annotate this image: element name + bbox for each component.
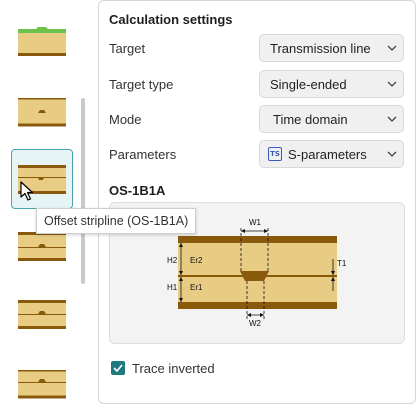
mode-value: Time domain (273, 111, 348, 127)
target-type-label: Target type (109, 77, 174, 92)
target-type-value: Single-ended (270, 76, 347, 92)
er1-label: Er1 (190, 283, 203, 292)
mode-label: Mode (109, 112, 142, 127)
target-type-select[interactable]: Single-ended (259, 70, 404, 98)
target-label: Target (109, 41, 146, 56)
h2-label: H2 (167, 256, 178, 265)
thumbnail-dual-stripline[interactable] (11, 286, 73, 342)
calculation-settings-panel: Calculation settings Target Transmission… (98, 0, 416, 404)
stripline-icon (18, 232, 66, 261)
arrow-cursor-icon (20, 181, 34, 201)
check-icon (113, 364, 123, 372)
thumbnail-tooltip: Offset stripline (OS-1B1A) (36, 208, 197, 234)
trace-inverted-checkbox[interactable] (111, 361, 125, 375)
top-plane (178, 236, 337, 243)
settings-title: Calculation settings (109, 12, 233, 27)
stackup-thumbnail-strip (0, 0, 93, 406)
w2-label: W2 (249, 319, 262, 328)
trace (240, 271, 269, 281)
thumbnail-surface-microstrip[interactable] (11, 14, 73, 70)
surface-microstrip-icon (18, 27, 66, 56)
w1-label: W1 (249, 218, 262, 227)
chevron-down-icon (381, 116, 403, 122)
mode-select[interactable]: Time domain (259, 105, 404, 133)
buried-microstrip-icon (18, 370, 66, 399)
thumbnail-embedded-microstrip[interactable] (11, 84, 73, 140)
thumbnail-scrollbar[interactable] (81, 98, 85, 284)
thumbnail-buried-microstrip[interactable] (11, 356, 73, 412)
touchstone-icon: TS (268, 147, 282, 161)
parameters-value: S-parameters (288, 146, 367, 162)
bottom-plane (178, 302, 337, 309)
diagram-title: OS-1B1A (109, 183, 166, 198)
trace-inverted-label: Trace inverted (132, 361, 215, 376)
parameters-label: Parameters (109, 147, 177, 162)
embedded-microstrip-icon (18, 98, 66, 127)
t1-label: T1 (337, 259, 347, 268)
target-value: Transmission line (270, 40, 371, 56)
er2-label: Er2 (190, 256, 203, 265)
chevron-down-icon (381, 151, 403, 157)
parameters-select[interactable]: TS S-parameters (259, 140, 404, 168)
chevron-down-icon (381, 81, 403, 87)
target-select[interactable]: Transmission line (259, 34, 404, 62)
dual-stripline-icon (18, 300, 66, 329)
chevron-down-icon (381, 45, 403, 51)
h1-label: H1 (167, 283, 178, 292)
